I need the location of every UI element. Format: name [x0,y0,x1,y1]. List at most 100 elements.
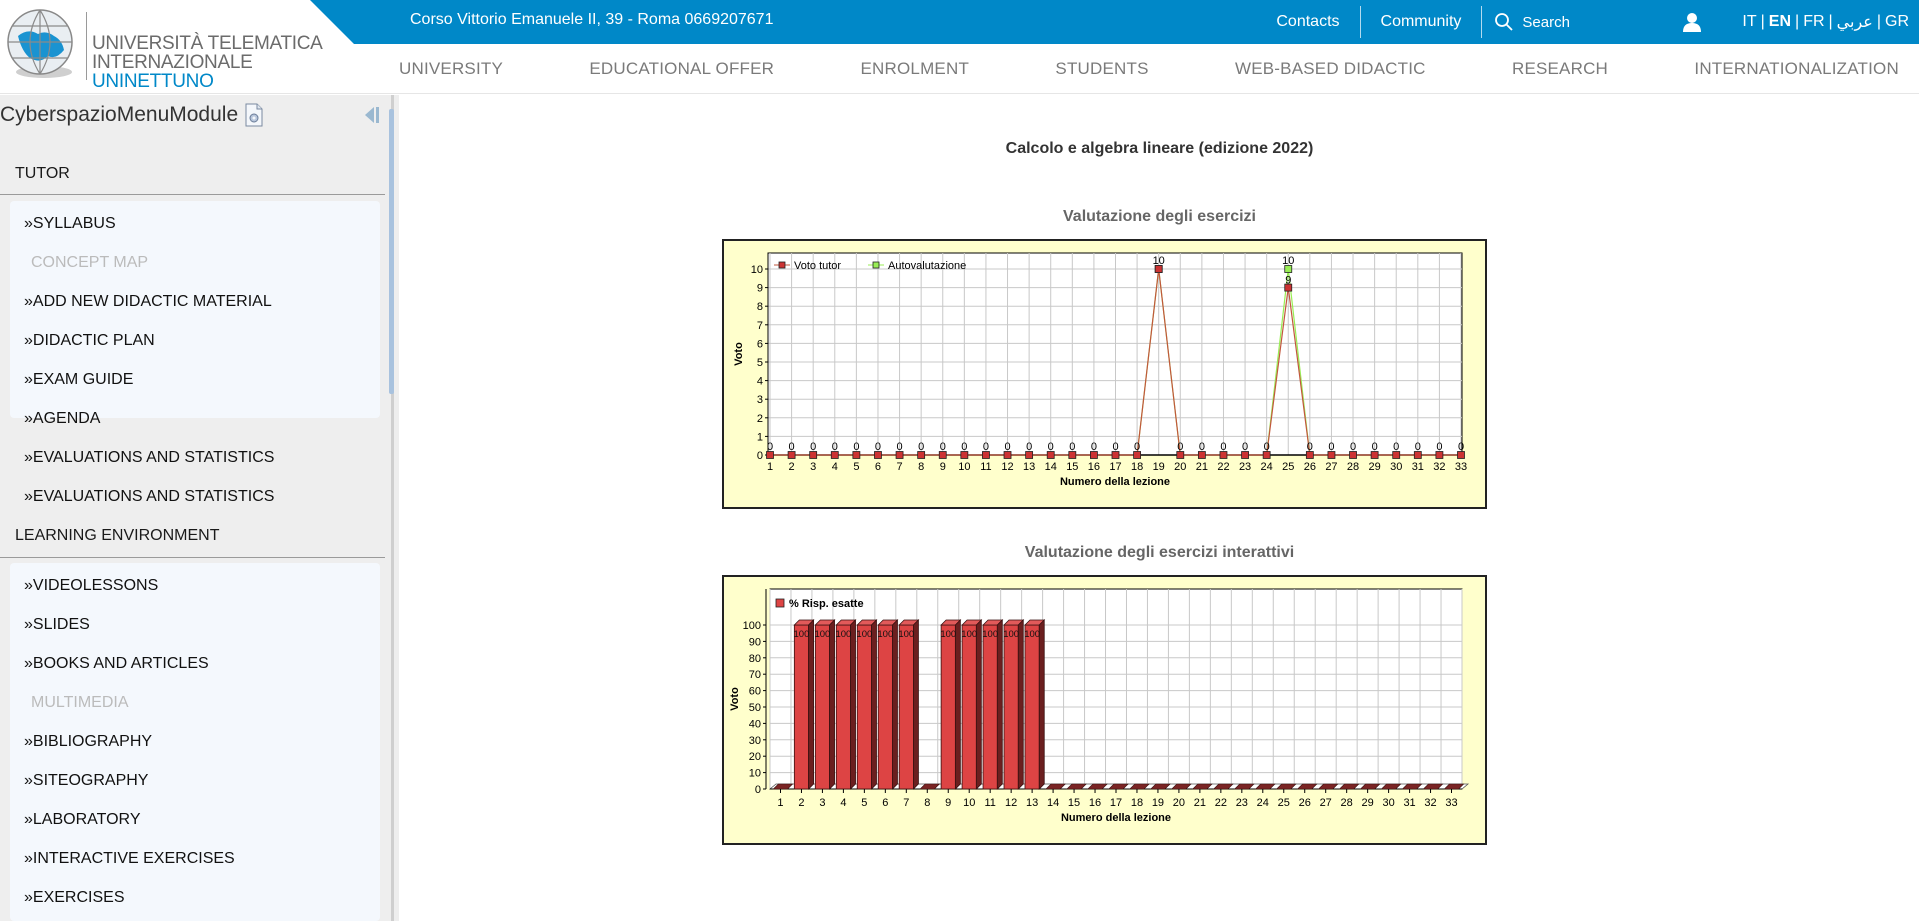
lang-en[interactable]: EN [1769,13,1791,31]
user-icon[interactable] [1682,12,1702,32]
bar-side [892,619,898,790]
nav-web-based-didactic[interactable]: WEB-BASED DIDACTIC [1235,59,1426,79]
collapse-sidebar-icon[interactable] [364,106,380,124]
nav-research[interactable]: RESEARCH [1512,59,1608,79]
data-label-voto-tutor: 0 [1242,441,1248,453]
menu-item-slides[interactable]: »SLIDES [24,616,90,634]
x-tick-label: 26 [1299,797,1311,809]
legend-marker [775,598,785,608]
nav-internationalization[interactable]: INTERNATIONALIZATION [1694,59,1899,79]
data-label-voto-tutor: 0 [875,441,881,453]
lang-ar[interactable]: عربي [1837,12,1873,32]
x-tick-label: 28 [1341,797,1353,809]
nav-enrolment[interactable]: ENROLMENT [861,59,970,79]
data-label-voto-tutor: 0 [853,441,859,453]
bar [1024,624,1040,790]
menu-item-books-and-articles[interactable]: »BOOKS AND ARTICLES [24,655,209,673]
bar [982,624,998,790]
x-tick-label: 24 [1257,797,1269,809]
x-tick-label: 5 [861,797,867,809]
bar-side [871,619,877,790]
x-tick-label: 20 [1174,461,1186,473]
data-label-voto-tutor: 0 [1415,441,1421,453]
menu-item-bibliography[interactable]: »BIBLIOGRAPHY [24,733,152,751]
data-label-voto-tutor: 0 [1091,441,1097,453]
logo-line-2: INTERNAZIONALE [92,52,253,73]
legend-marker [778,261,786,269]
lang-fr[interactable]: FR [1803,13,1824,31]
data-label-voto-tutor: 0 [1458,441,1464,453]
bar [877,624,893,790]
bar [1003,624,1019,790]
data-label-voto-tutor: 0 [1199,441,1205,453]
y-tick-label: 40 [749,718,761,730]
language-switcher: IT | EN | FR | عربي | GR [1742,12,1919,32]
x-tick-label: 9 [940,461,946,473]
menu-item-laboratory[interactable]: »LABORATORY [24,811,141,829]
main-content: Calcolo e algebra lineare (edizione 2022… [400,95,1919,921]
x-tick-label: 3 [810,461,816,473]
data-label-voto-tutor: 0 [1069,441,1075,453]
nav-educational-offer[interactable]: EDUCATIONAL OFFER [589,59,774,79]
x-tick-label: 16 [1088,461,1100,473]
x-tick-label: 15 [1066,461,1078,473]
x-tick-label: 20 [1173,797,1185,809]
menu-item-siteography[interactable]: »SITEOGRAPHY [24,772,148,790]
module-settings-icon[interactable] [244,103,264,127]
section-divider [0,557,385,558]
globe-icon [7,9,73,78]
search-button[interactable]: Search [1482,12,1652,32]
x-tick-label: 32 [1433,461,1445,473]
x-tick-label: 11 [980,461,991,473]
section-divider [0,194,385,195]
data-label-voto-tutor: 0 [767,441,773,453]
university-logo[interactable]: UNIVERSITÀ TELEMATICA INTERNAZIONALE UNI… [4,6,364,91]
chart-title-interactive-exercises: Valutazione degli esercizi interattivi [1024,544,1295,561]
menu-item-exercises[interactable]: »EXERCISES [24,889,124,907]
bar-side [850,619,856,790]
y-axis-title: Voto [733,342,745,366]
x-tick-label: 17 [1109,461,1121,473]
learning-environment-menu: »VIDEOLESSONS »SLIDES »BOOKS AND ARTICLE… [10,563,380,921]
lang-gr[interactable]: GR [1885,13,1909,31]
bar [898,624,914,790]
line-chart: 0123456789101 2 3 4 5 6 7 8 9 10 11 12 13 14 15 16 17 18 1… [733,252,1467,488]
x-axis-title: Numero della lezione [1060,476,1170,488]
menu-item-evaluations-and-statistics[interactable]: »EVALUATIONS AND STATISTICS [24,449,274,467]
bar-value-label: 100 [835,629,851,640]
x-tick-label: 7 [897,461,903,473]
nav-university[interactable]: UNIVERSITY [399,59,503,79]
x-tick-label: 14 [1047,797,1059,809]
lang-separator: | [1760,13,1765,30]
x-tick-label: 13 [1026,797,1038,809]
bar [793,624,809,790]
sidebar-scrollbar-thumb[interactable] [389,109,394,394]
nav-students[interactable]: STUDENTS [1055,59,1148,79]
y-tick-label: 90 [749,636,761,648]
bar-side [808,619,814,790]
bar-chart: 0 10 20 30 40 50 60 70 80 90 100 1 100 2 100 3 100 4 100 5 1… [729,588,1470,824]
top-links: Contacts Community Search IT | EN | FR |… [1256,0,1919,44]
x-tick-label: 26 [1304,461,1316,473]
x-tick-label: 33 [1445,797,1457,809]
lang-it[interactable]: IT [1742,13,1756,31]
data-label-voto-tutor: 0 [1177,441,1183,453]
data-label-voto-tutor: 0 [1264,441,1270,453]
menu-item-videolessons[interactable]: »VIDEOLESSONS [24,577,158,595]
x-tick-label: 10 [963,797,975,809]
x-tick-label: 23 [1239,461,1251,473]
lang-separator: | [1795,13,1800,30]
x-tick-label: 29 [1362,797,1374,809]
legend-label: Autovalutazione [888,260,966,272]
bar-value-label: 100 [982,629,998,640]
module-title: CyberspazioMenuModule [0,103,239,126]
y-tick-label: 8 [757,301,763,313]
contacts-link[interactable]: Contacts [1256,6,1359,38]
logo-line-1: UNIVERSITÀ TELEMATICA [92,33,323,54]
data-label-voto-tutor: 0 [1134,441,1140,453]
site-header: UNIVERSITÀ TELEMATICA INTERNAZIONALE UNI… [0,0,1919,94]
community-link[interactable]: Community [1361,6,1482,38]
menu-item-evaluations-and-statistics-2[interactable]: »EVALUATIONS AND STATISTICS [24,488,274,506]
x-tick-label: 8 [918,461,924,473]
menu-item-interactive-exercises[interactable]: »INTERACTIVE EXERCISES [24,850,235,868]
